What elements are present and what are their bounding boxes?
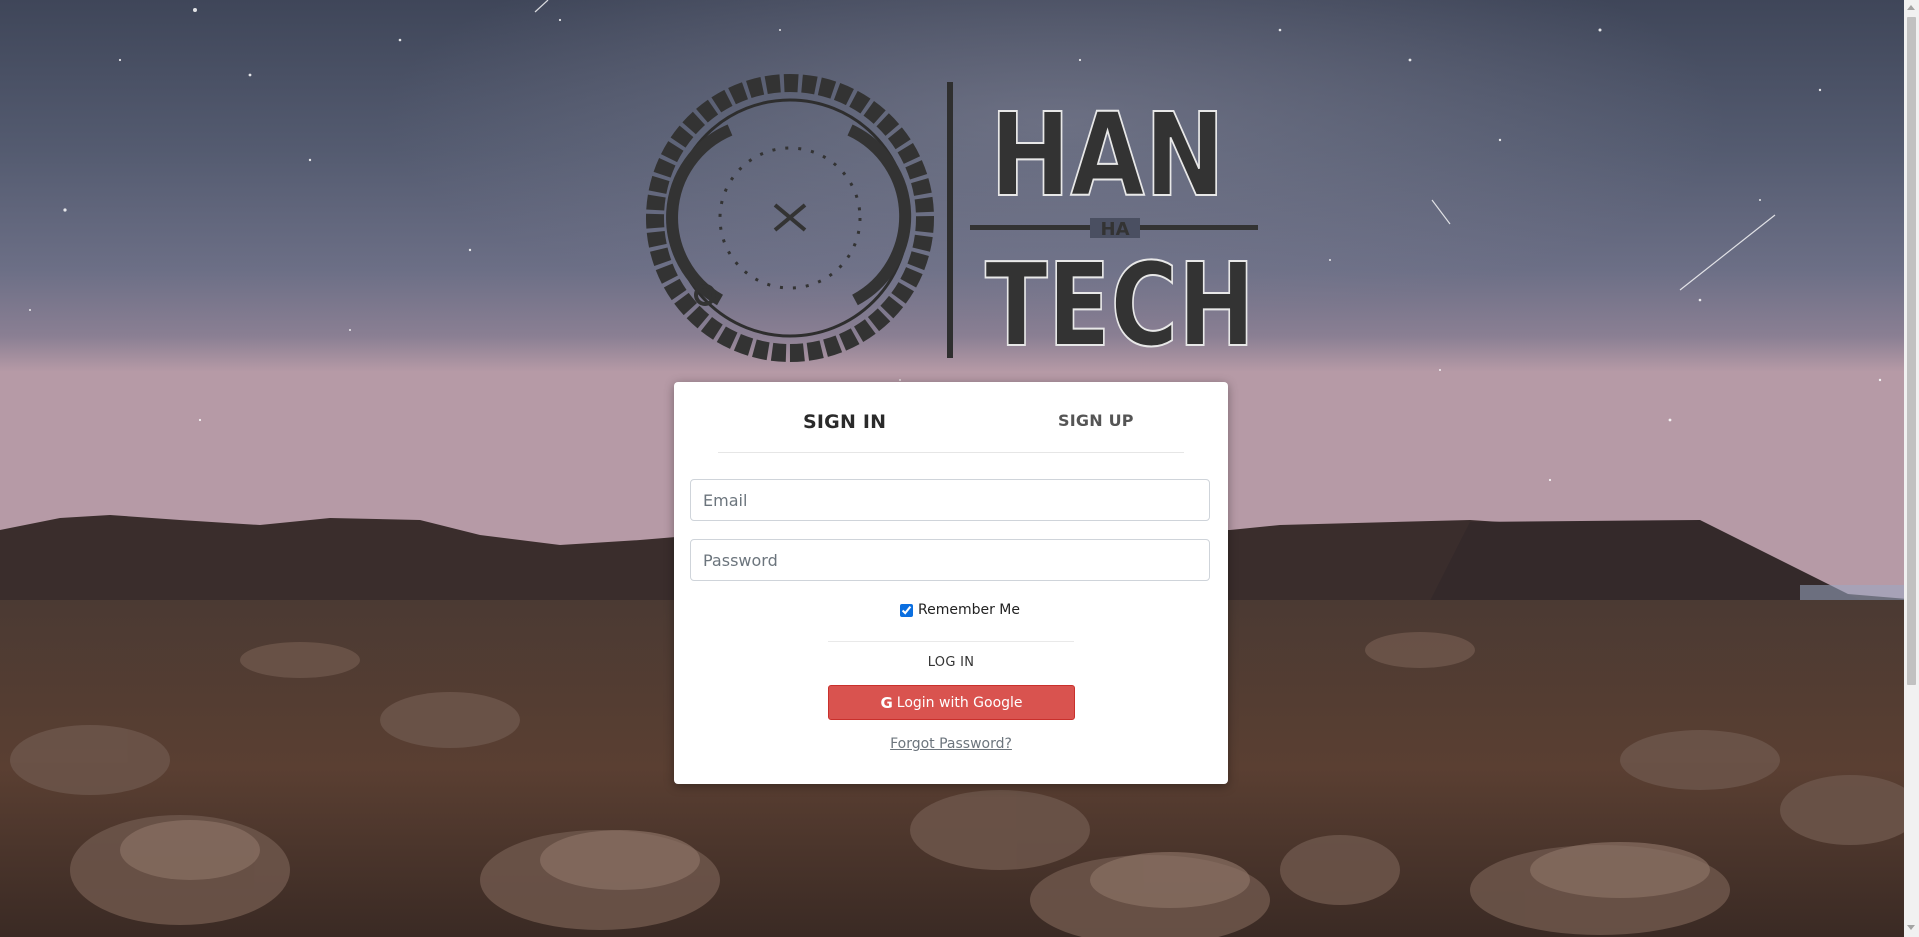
remember-me: Remember Me [900,602,1020,618]
logo-text-tech: TECH [985,239,1255,370]
forgot-password-link[interactable]: Forgot Password? [674,736,1228,752]
tab-sign-in[interactable]: SIGN IN [803,411,886,433]
auth-tabs: SIGN IN SIGN UP [718,382,1184,453]
page-scrollbar[interactable] [1904,0,1919,937]
log-in-button[interactable]: LOG IN [828,648,1074,676]
scrollbar-thumb[interactable] [1907,17,1916,685]
hantech-logo: HAN HA TECH [646,74,1258,370]
remember-me-checkbox[interactable] [900,603,913,617]
logo-text-ha: HA [1101,219,1130,240]
email-field[interactable] [690,479,1210,521]
login-card: SIGN IN SIGN UP Remember Me LOG IN G Log… [674,382,1228,784]
login-page: HAN HA TECH SIGN IN SIGN UP Remember Me … [0,0,1919,937]
logo-text-han: HAN [990,89,1225,223]
remember-me-label: Remember Me [918,602,1020,618]
scroll-down-icon[interactable] [1907,925,1915,930]
password-field[interactable] [690,539,1210,581]
google-icon: G [880,693,893,712]
divider [828,641,1074,642]
tab-sign-up[interactable]: SIGN UP [1058,411,1134,430]
google-login-label: Login with Google [896,694,1023,711]
logo-center-mark-icon [773,203,807,232]
google-login-button[interactable]: G Login with Google [828,685,1075,720]
scroll-up-icon[interactable] [1907,5,1915,10]
